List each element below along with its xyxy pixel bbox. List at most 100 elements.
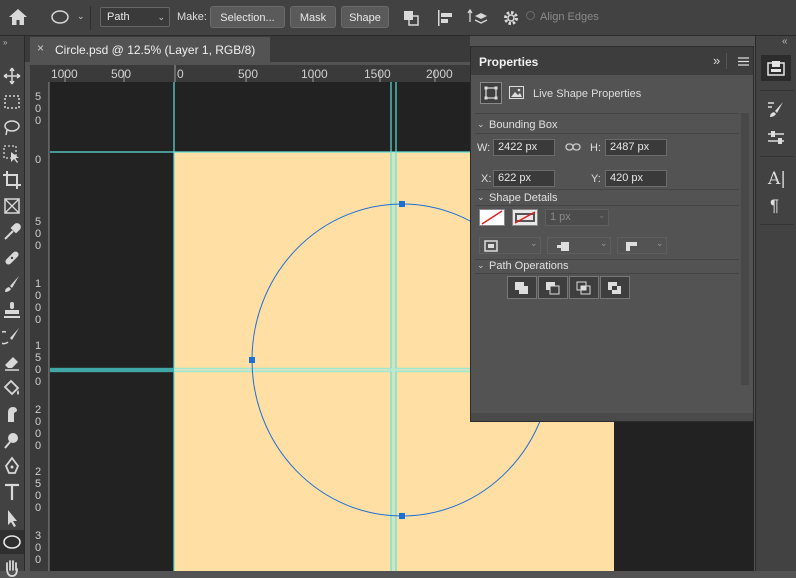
path-operations-header[interactable]: Path Operations	[489, 260, 569, 272]
exclude-overlapping-shapes-icon	[608, 282, 621, 294]
fill-swatch[interactable]	[479, 209, 505, 226]
collapse-chevrons-icon[interactable]: »	[3, 38, 7, 47]
properties-dock-button[interactable]	[761, 55, 791, 81]
smudge-tool-icon[interactable]	[2, 404, 22, 424]
stroke-width-input: 1 px ⌄	[545, 209, 609, 226]
type-tool-icon[interactable]	[2, 482, 22, 502]
brush-tool-icon[interactable]	[2, 274, 22, 294]
link-icon[interactable]	[565, 142, 581, 152]
stroke-corners-dropdown[interactable]: ⌄	[617, 237, 667, 254]
character-panel-icon[interactable]: A|	[768, 169, 786, 189]
lasso-tool-icon[interactable]	[2, 118, 22, 138]
ruler-digit: 0	[34, 115, 42, 127]
path-arrangement-icon[interactable]	[467, 8, 489, 28]
y-position-input[interactable]: 420 px	[605, 170, 667, 187]
ruler-digit: 5	[34, 216, 42, 228]
chevron-down-icon[interactable]: ⌄	[477, 260, 485, 271]
path-operations-icon[interactable]	[402, 9, 420, 27]
align-edges-checkbox[interactable]	[526, 11, 535, 20]
adjustments-icon[interactable]	[766, 129, 786, 147]
home-icon[interactable]	[8, 8, 28, 26]
divider	[475, 273, 739, 274]
paint-bucket-tool-icon[interactable]	[2, 378, 22, 398]
close-icon[interactable]: ×	[37, 41, 44, 55]
height-label: H:	[590, 142, 601, 154]
eyedropper-tool-icon[interactable]	[2, 222, 22, 242]
ruler-label: 500	[238, 67, 259, 81]
chevron-down-icon[interactable]: ⌄	[477, 119, 485, 130]
hand-tool-icon[interactable]	[2, 558, 22, 578]
stroke-caps-dropdown[interactable]: ⌄	[547, 237, 611, 254]
path-anchor-point[interactable]	[399, 513, 405, 519]
ruler-digit: 0	[34, 428, 42, 440]
chevron-down-icon[interactable]: ⌄	[77, 11, 85, 22]
ruler-label-group: 2 5 0 0	[30, 466, 42, 514]
panel-scrollbar[interactable]	[741, 113, 749, 385]
transform-bounds-icon	[484, 86, 498, 100]
height-input[interactable]: 2487 px	[605, 139, 667, 156]
shape-properties-tab[interactable]	[480, 82, 502, 104]
horizontal-ruler[interactable]: 1000 500 0 500 1000 1500 2000	[50, 65, 470, 83]
ruler-label: 0	[177, 67, 184, 81]
x-position-input[interactable]: 622 px	[493, 170, 555, 187]
history-brush-tool-icon[interactable]	[2, 326, 22, 346]
exclude-overlapping-shapes-button[interactable]	[600, 276, 630, 299]
properties-panel-title[interactable]: Properties	[479, 55, 538, 69]
make-shape-button[interactable]: Shape	[341, 6, 389, 28]
ruler-digit: 0	[34, 364, 42, 376]
width-input[interactable]: 2422 px	[493, 139, 555, 156]
chevron-down-icon[interactable]: ⌄	[477, 192, 485, 203]
ruler-label: 1000	[51, 67, 78, 81]
intersect-shape-areas-icon	[576, 281, 591, 295]
crop-tool-icon[interactable]	[2, 170, 22, 190]
ellipse-tool-preset-icon[interactable]	[50, 9, 72, 25]
vertical-ruler[interactable]: 5 0 0 0 5 0 0 1 0 0 0 1 5 0 0 2 0 0 0 2 …	[30, 82, 49, 571]
make-selection-button[interactable]: Selection...	[210, 6, 285, 28]
eraser-tool-icon[interactable]	[2, 352, 22, 372]
stroke-align-dropdown[interactable]: ⌄	[479, 237, 541, 254]
chevron-down-icon: ⌄	[656, 238, 664, 248]
bounding-box-header[interactable]: Bounding Box	[489, 119, 558, 131]
ruler-digit: 0	[34, 542, 42, 554]
marquee-tool-icon[interactable]	[2, 92, 22, 112]
healing-brush-tool-icon[interactable]	[2, 248, 22, 268]
path-anchor-point[interactable]	[249, 357, 255, 363]
combine-shapes-button[interactable]	[507, 276, 537, 299]
options-bar: ⌄ Path ⌄ Make: Selection... Mask Shape A…	[0, 0, 796, 36]
ruler-label-group: 0	[30, 154, 41, 166]
intersect-shape-areas-button[interactable]	[569, 276, 599, 299]
collapse-panel-icon[interactable]: »	[713, 53, 720, 68]
stroke-swatch[interactable]	[512, 209, 538, 226]
panel-menu-icon[interactable]	[738, 57, 749, 66]
ellipse-tool-icon[interactable]	[2, 532, 22, 552]
path-alignment-icon[interactable]	[436, 9, 454, 27]
path-selection-tool-icon[interactable]	[2, 508, 22, 528]
pen-tool-icon[interactable]	[2, 456, 22, 476]
document-tab[interactable]: × Circle.psd @ 12.5% (Layer 1, RGB/8)	[30, 37, 270, 62]
gear-icon[interactable]	[502, 9, 520, 27]
frame-tool-icon[interactable]	[2, 196, 22, 216]
expand-panels-icon[interactable]: «	[782, 36, 788, 47]
paragraph-panel-icon[interactable]: ¶	[770, 196, 779, 216]
make-mask-button[interactable]: Mask	[290, 6, 336, 28]
stroke-align-icon	[484, 240, 498, 252]
panel-resize-handle[interactable]	[471, 413, 753, 421]
clone-stamp-tool-icon[interactable]	[2, 300, 22, 320]
ruler-origin[interactable]	[30, 65, 51, 83]
ruler-digit: 0	[34, 314, 42, 326]
image-icon[interactable]	[509, 86, 524, 99]
properties-panel-header: Properties »	[471, 47, 753, 75]
combine-shapes-icon	[515, 282, 528, 294]
width-label: W:	[477, 142, 491, 154]
shape-details-header[interactable]: Shape Details	[489, 192, 558, 204]
path-anchor-point[interactable]	[399, 201, 405, 207]
brush-settings-icon[interactable]	[766, 100, 786, 118]
object-selection-tool-icon[interactable]	[2, 144, 22, 164]
ruler-label-group: 2 0 0 0	[30, 404, 42, 452]
ruler-digit: 5	[34, 478, 42, 490]
ruler-digit: 0	[34, 490, 42, 502]
dodge-tool-icon[interactable]	[2, 430, 22, 450]
subtract-front-shape-button[interactable]	[538, 276, 568, 299]
mode-dropdown[interactable]: Path ⌄	[100, 7, 170, 27]
move-tool-icon[interactable]	[2, 66, 22, 86]
